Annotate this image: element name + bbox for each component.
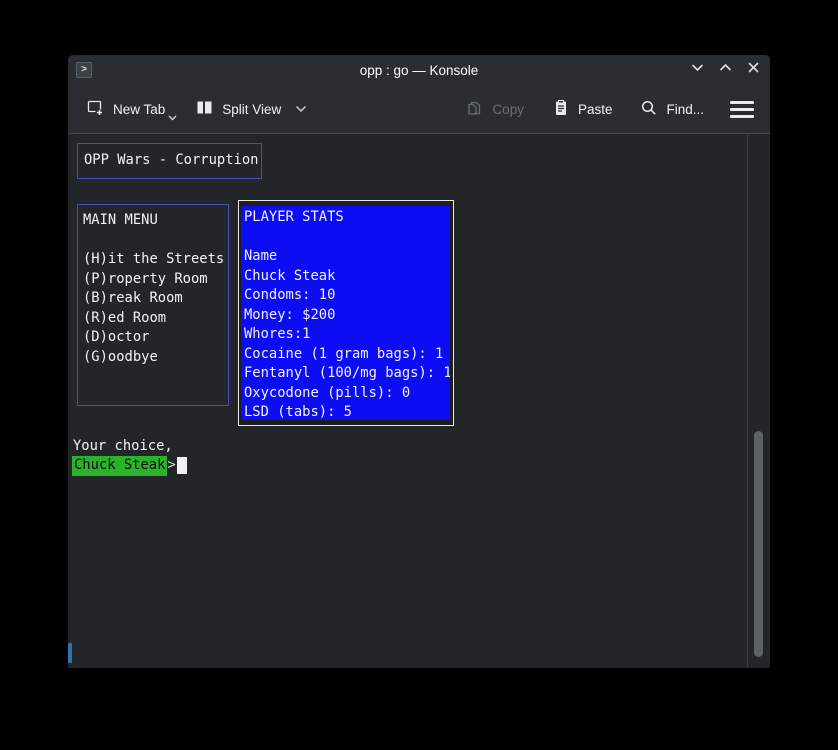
scroll-position-indicator (68, 643, 72, 663)
window-controls (690, 55, 760, 85)
chevron-down-icon (691, 61, 704, 79)
chevron-up-icon (719, 61, 732, 79)
paste-button[interactable]: Paste (548, 93, 617, 126)
stat-money: Money: $200 (244, 306, 450, 326)
split-view-button[interactable]: Split View (191, 92, 311, 126)
game-title-box: OPP Wars - Corruption (77, 143, 262, 179)
player-name-highlight: Chuck Steak (72, 456, 167, 476)
prompt-line[interactable]: Chuck Steak> (72, 456, 187, 476)
player-stats-title: PLAYER STATS (244, 208, 450, 228)
copy-button[interactable]: Copy (462, 93, 528, 126)
main-menu-box: MAIN MENU (H)it the Streets (P)roperty R… (77, 204, 229, 406)
close-icon (747, 61, 760, 79)
game-title-text: OPP Wars - Corruption (84, 151, 258, 171)
stat-name-label: Name (244, 247, 450, 267)
split-view-label: Split View (222, 102, 281, 117)
scrollbar-thumb[interactable] (754, 431, 763, 657)
window-title: opp : go — Konsole (68, 63, 770, 78)
stat-lsd: LSD (tabs): 5 (244, 403, 450, 420)
search-icon (640, 99, 658, 120)
new-tab-icon (86, 98, 105, 120)
scrollbar-track-divider (747, 134, 748, 667)
minimize-button[interactable] (690, 63, 704, 77)
prompt-char: > (167, 456, 175, 476)
title-bar: > opp : go — Konsole (68, 55, 770, 85)
close-button[interactable] (746, 63, 760, 77)
hamburger-menu-icon[interactable] (728, 97, 756, 122)
menu-item-property-room: (P)roperty Room (83, 270, 228, 290)
toolbar: New Tab Split View (68, 85, 770, 134)
new-tab-menu-caret-icon[interactable] (168, 109, 177, 124)
split-view-icon (195, 98, 214, 120)
player-stats-fill: PLAYER STATS Name Chuck Steak Condoms: 1… (241, 206, 450, 420)
terminal-viewport[interactable]: OPP Wars - Corruption MAIN MENU (H)it th… (68, 134, 770, 667)
menu-item-break-room: (B)reak Room (83, 289, 228, 309)
paste-icon (552, 99, 570, 120)
stat-whores: Whores:1 (244, 325, 450, 345)
copy-icon (466, 99, 484, 120)
menu-item-doctor: (D)octor (83, 328, 228, 348)
split-view-chevron-icon[interactable] (295, 105, 307, 113)
your-choice-label: Your choice, (73, 437, 173, 457)
stat-cocaine: Cocaine (1 gram bags): 1 (244, 345, 450, 365)
stat-name-value: Chuck Steak (244, 267, 450, 287)
find-label: Find... (666, 102, 704, 117)
new-tab-button[interactable]: New Tab (82, 92, 169, 126)
menu-item-red-room: (R)ed Room (83, 309, 228, 329)
terminal-cursor (177, 457, 187, 474)
main-menu-title: MAIN MENU (83, 211, 228, 231)
konsole-window: > opp : go — Konsole (68, 55, 770, 668)
copy-label: Copy (492, 102, 524, 117)
find-button[interactable]: Find... (636, 93, 708, 126)
stat-fentanyl: Fentanyl (100/mg bags): 1 (244, 364, 450, 384)
stat-condoms: Condoms: 10 (244, 286, 450, 306)
new-tab-label: New Tab (113, 102, 165, 117)
stat-oxycodone: Oxycodone (pills): 0 (244, 384, 450, 404)
player-stats-box: PLAYER STATS Name Chuck Steak Condoms: 1… (238, 200, 454, 426)
maximize-button[interactable] (718, 63, 732, 77)
menu-item-hit-streets: (H)it the Streets (83, 250, 228, 270)
paste-label: Paste (578, 102, 613, 117)
konsole-app-icon: > (76, 62, 92, 78)
menu-item-goodbye: (G)oodbye (83, 348, 228, 368)
